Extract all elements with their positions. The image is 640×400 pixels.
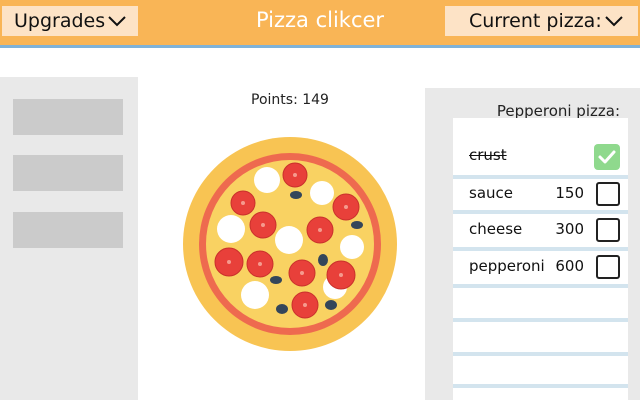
row-divider	[453, 318, 628, 322]
ingredient-row-sauce: sauce 150	[453, 178, 628, 210]
points-counter: Points: 149	[251, 92, 329, 108]
ingredient-name: cheese	[469, 220, 523, 238]
upgrades-label: Upgrades	[14, 10, 106, 32]
ingredient-checkbox-cheese[interactable]	[596, 218, 620, 242]
ingredient-name: sauce	[469, 184, 513, 202]
ingredient-checkbox-crust[interactable]	[594, 144, 620, 170]
ingredient-name: crust	[469, 146, 507, 164]
check-icon	[598, 150, 616, 164]
upgrade-slot[interactable]	[13, 155, 123, 191]
header-divider	[0, 45, 640, 48]
ingredient-cost: 600	[555, 257, 584, 275]
upgrades-menu-button[interactable]: Upgrades	[2, 6, 138, 36]
upgrades-panel	[0, 77, 138, 400]
ingredient-row-cheese: cheese 300	[453, 214, 628, 246]
ingredient-list: crust sauce 150 cheese 300 pepperoni 600	[453, 118, 628, 400]
pizza-icon	[183, 137, 397, 351]
current-pizza-label: Current pizza:	[469, 10, 602, 32]
chevron-down-icon	[604, 14, 624, 28]
current-pizza-menu-button[interactable]: Current pizza:	[445, 6, 638, 36]
chevron-down-icon	[107, 14, 127, 28]
ingredient-cost: 150	[555, 184, 584, 202]
row-divider	[453, 284, 628, 288]
row-divider	[453, 384, 628, 388]
ingredient-row-pepperoni: pepperoni 600	[453, 251, 628, 283]
row-divider	[453, 352, 628, 356]
upgrade-slot[interactable]	[13, 99, 123, 135]
pizza-click-button[interactable]	[183, 137, 397, 351]
ingredient-checkbox-pepperoni[interactable]	[596, 255, 620, 279]
ingredient-checkbox-sauce[interactable]	[596, 182, 620, 206]
ingredient-name: pepperoni	[469, 257, 545, 275]
upgrade-slot[interactable]	[13, 212, 123, 248]
ingredient-row-crust: crust	[453, 140, 628, 172]
ingredient-cost: 300	[555, 220, 584, 238]
